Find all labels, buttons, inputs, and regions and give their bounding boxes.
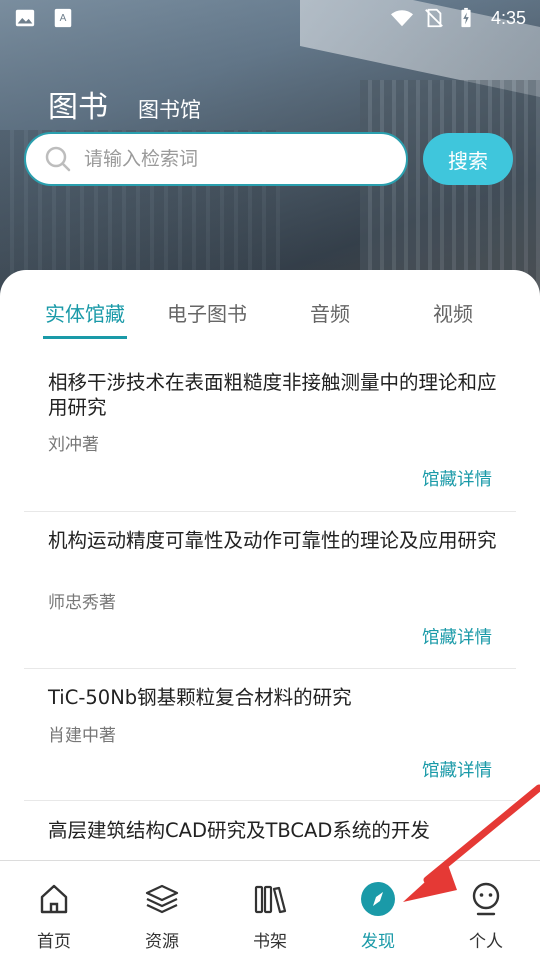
search-icon xyxy=(45,146,71,172)
nav-bookshelf[interactable]: 书架 xyxy=(216,861,324,960)
bookshelf-icon xyxy=(252,881,288,917)
home-icon xyxy=(36,881,72,917)
book-title[interactable]: 高层建筑结构CAD研究及TBCAD系统的开发 xyxy=(48,818,498,843)
list-item[interactable]: 相移干涉技术在表面粗糙度非接触测量中的理论和应用研究 刘冲著 馆藏详情 xyxy=(24,356,516,512)
library-name: 图书馆 xyxy=(138,98,201,122)
nav-discover[interactable]: 发现 xyxy=(324,861,432,960)
tab-audio[interactable]: 音频 xyxy=(269,298,391,327)
collection-details-link[interactable]: 馆藏详情 xyxy=(422,757,492,782)
nav-label: 个人 xyxy=(469,932,503,952)
person-icon xyxy=(468,881,504,917)
text-app-icon: A xyxy=(54,8,72,28)
nav-label: 首页 xyxy=(37,932,71,952)
page-title: 图书 xyxy=(48,90,108,125)
layers-icon xyxy=(144,881,180,917)
status-time: 4:35 xyxy=(490,7,526,28)
search-input[interactable] xyxy=(84,148,364,170)
status-bar: A 4:35 xyxy=(0,0,540,36)
bottom-navigation: 首页 资源 书架 发现 个人 xyxy=(0,860,540,960)
tab-physical-collection[interactable]: 实体馆藏 xyxy=(24,298,146,327)
book-author: 刘冲著 xyxy=(48,435,99,455)
list-item[interactable]: 高层建筑结构CAD研究及TBCAD系统的开发 xyxy=(24,801,516,862)
book-title[interactable]: 机构运动精度可靠性及动作可靠性的理论及应用研究 xyxy=(48,528,498,553)
no-sim-icon xyxy=(425,8,443,28)
collection-details-link[interactable]: 馆藏详情 xyxy=(422,466,492,491)
battery-charging-icon xyxy=(461,7,471,28)
book-title[interactable]: TiC-50Nb钢基颗粒复合材料的研究 xyxy=(48,685,498,710)
nav-label: 书架 xyxy=(253,932,287,952)
content-panel: 实体馆藏 电子图书 音频 视频 相移干涉技术在表面粗糙度非接触测量中的理论和应用… xyxy=(0,270,540,862)
list-item[interactable]: TiC-50Nb钢基颗粒复合材料的研究 肖建中著 馆藏详情 xyxy=(24,669,516,801)
tab-ebooks[interactable]: 电子图书 xyxy=(146,298,268,327)
tab-bar: 实体馆藏 电子图书 音频 视频 xyxy=(0,270,540,340)
book-author: 师忠秀著 xyxy=(48,593,116,613)
search-button[interactable]: 搜索 xyxy=(423,133,513,185)
list-item[interactable]: 机构运动精度可靠性及动作可靠性的理论及应用研究 师忠秀著 馆藏详情 xyxy=(24,512,516,669)
tab-video[interactable]: 视频 xyxy=(392,298,514,327)
svg-text:A: A xyxy=(60,13,67,24)
nav-label: 发现 xyxy=(361,932,395,952)
nav-resources[interactable]: 资源 xyxy=(108,861,216,960)
book-title[interactable]: 相移干涉技术在表面粗糙度非接触测量中的理论和应用研究 xyxy=(48,370,498,420)
image-icon xyxy=(15,9,35,27)
search-bar[interactable] xyxy=(24,132,408,186)
book-author: 肖建中著 xyxy=(48,726,116,746)
header-titles: 图书 图书馆 xyxy=(48,82,201,126)
wifi-icon xyxy=(390,10,413,27)
compass-icon xyxy=(360,881,396,917)
nav-label: 资源 xyxy=(145,932,179,952)
collection-details-link[interactable]: 馆藏详情 xyxy=(422,624,492,649)
nav-home[interactable]: 首页 xyxy=(0,861,108,960)
active-tab-indicator xyxy=(43,336,127,339)
nav-profile[interactable]: 个人 xyxy=(432,861,540,960)
building-wall xyxy=(360,80,540,300)
